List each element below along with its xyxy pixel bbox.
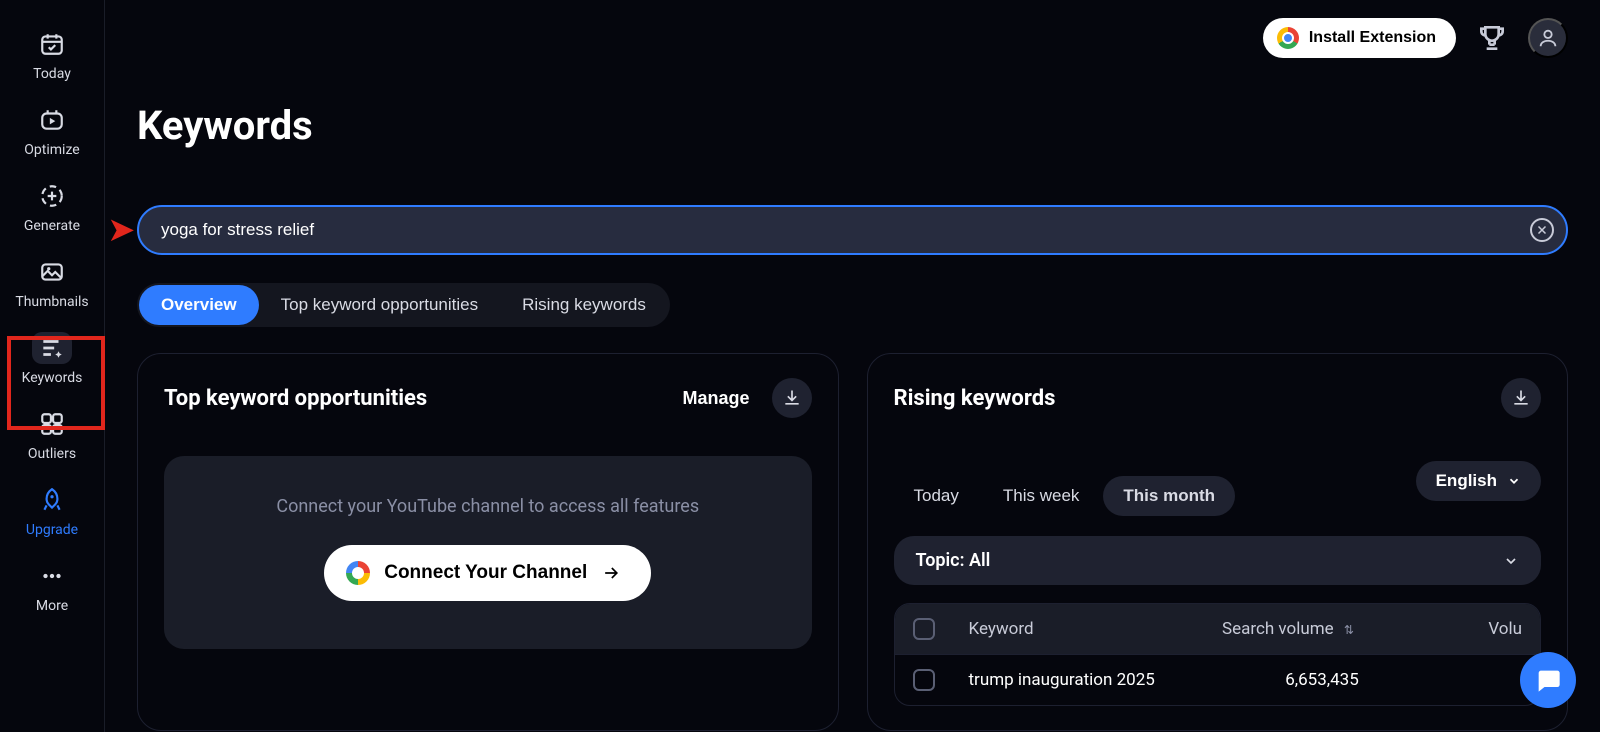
tab-top-opportunities[interactable]: Top keyword opportunities xyxy=(259,285,501,325)
topbar: Install Extension xyxy=(1263,18,1568,58)
install-extension-button[interactable]: Install Extension xyxy=(1263,18,1456,58)
list-sparkle-icon xyxy=(32,332,72,364)
user-icon xyxy=(1537,27,1559,49)
tabs: Overview Top keyword opportunities Risin… xyxy=(137,283,670,327)
sidebar-item-label: Outliers xyxy=(28,446,76,462)
calendar-icon xyxy=(32,28,72,60)
panel-title: Top keyword opportunities xyxy=(164,386,427,411)
select-all-checkbox[interactable] xyxy=(913,618,935,640)
time-pill-month[interactable]: This month xyxy=(1103,476,1235,516)
sidebar-item-label: More xyxy=(36,598,68,614)
sidebar-item-today[interactable]: Today xyxy=(12,18,92,94)
sidebar-item-generate[interactable]: Generate xyxy=(12,170,92,246)
row-checkbox[interactable] xyxy=(913,669,935,691)
chrome-icon xyxy=(1277,27,1299,49)
download-button[interactable] xyxy=(1501,378,1541,418)
sidebar-item-upgrade[interactable]: Upgrade xyxy=(12,474,92,550)
time-pill-today[interactable]: Today xyxy=(894,476,979,516)
close-icon xyxy=(1536,224,1548,236)
tab-rising-keywords[interactable]: Rising keywords xyxy=(500,285,668,325)
main-content: Install Extension Keywords ➤ Overview xyxy=(105,0,1600,732)
chevron-down-icon xyxy=(1503,553,1519,569)
install-label: Install Extension xyxy=(1309,29,1436,47)
tab-overview[interactable]: Overview xyxy=(139,285,259,325)
connect-message: Connect your YouTube channel to access a… xyxy=(184,496,792,517)
sidebar-item-label: Upgrade xyxy=(26,522,78,538)
topic-dropdown[interactable]: Topic: All xyxy=(894,536,1542,585)
connect-channel-box: Connect your YouTube channel to access a… xyxy=(164,456,812,649)
download-button[interactable] xyxy=(772,378,812,418)
image-icon xyxy=(32,256,72,288)
top-opportunities-panel: Top keyword opportunities Manage Connect… xyxy=(137,353,839,731)
sidebar-item-label: Today xyxy=(33,66,71,82)
time-pill-week[interactable]: This week xyxy=(983,476,1100,516)
sidebar-item-label: Optimize xyxy=(24,142,79,158)
annotation-arrow-icon: ➤ xyxy=(107,210,136,250)
arrow-right-icon xyxy=(601,563,621,583)
row-volume: 6,653,435 xyxy=(1222,670,1422,690)
trophy-icon[interactable] xyxy=(1476,22,1508,54)
manage-button[interactable]: Manage xyxy=(682,388,749,409)
rocket-icon xyxy=(32,484,72,516)
clear-search-button[interactable] xyxy=(1530,218,1554,242)
sort-icon: ⇅ xyxy=(1344,623,1354,637)
sidebar-item-label: Thumbnails xyxy=(15,294,88,310)
topic-label: Topic: All xyxy=(916,550,991,571)
chat-icon xyxy=(1534,666,1562,694)
dots-icon xyxy=(32,560,72,592)
sidebar-item-more[interactable]: More xyxy=(12,550,92,626)
profile-button[interactable] xyxy=(1528,18,1568,58)
grid-icon xyxy=(32,408,72,440)
chevron-down-icon xyxy=(1507,474,1521,488)
rising-keywords-panel: Rising keywords Today This week This mo xyxy=(867,353,1569,731)
sparkle-circle-icon xyxy=(32,180,72,212)
language-dropdown[interactable]: English xyxy=(1416,461,1541,501)
col-search-volume[interactable]: Search volume ⇅ xyxy=(1222,619,1422,639)
sidebar: Today Optimize Generate Thumbnails Keywo xyxy=(0,0,105,732)
sidebar-item-outliers[interactable]: Outliers xyxy=(12,398,92,474)
panel-title: Rising keywords xyxy=(894,386,1056,411)
sidebar-item-keywords[interactable]: Keywords xyxy=(12,322,92,398)
table-header: Keyword Search volume ⇅ Volu xyxy=(895,604,1541,654)
play-box-icon xyxy=(32,104,72,136)
page-title: Keywords xyxy=(137,102,1568,149)
row-keyword: trump inauguration 2025 xyxy=(969,670,1223,690)
sidebar-item-optimize[interactable]: Optimize xyxy=(12,94,92,170)
time-range-pills: Today This week This month xyxy=(894,476,1236,516)
sidebar-item-label: Generate xyxy=(24,218,80,234)
download-icon xyxy=(1511,388,1531,408)
table-row[interactable]: trump inauguration 2025 6,653,435 xyxy=(895,654,1541,705)
sidebar-item-thumbnails[interactable]: Thumbnails xyxy=(12,246,92,322)
rising-table: Keyword Search volume ⇅ Volu trump inaug… xyxy=(894,603,1542,706)
download-icon xyxy=(782,388,802,408)
col-volu-truncated: Volu xyxy=(1422,619,1522,639)
col-keyword: Keyword xyxy=(969,619,1223,639)
google-icon xyxy=(346,561,370,585)
connect-channel-button[interactable]: Connect Your Channel xyxy=(324,545,651,601)
sidebar-item-label: Keywords xyxy=(22,370,83,386)
connect-button-label: Connect Your Channel xyxy=(384,562,587,584)
chat-button[interactable] xyxy=(1520,652,1576,708)
language-label: English xyxy=(1436,471,1497,491)
keyword-search-input[interactable] xyxy=(137,205,1568,255)
